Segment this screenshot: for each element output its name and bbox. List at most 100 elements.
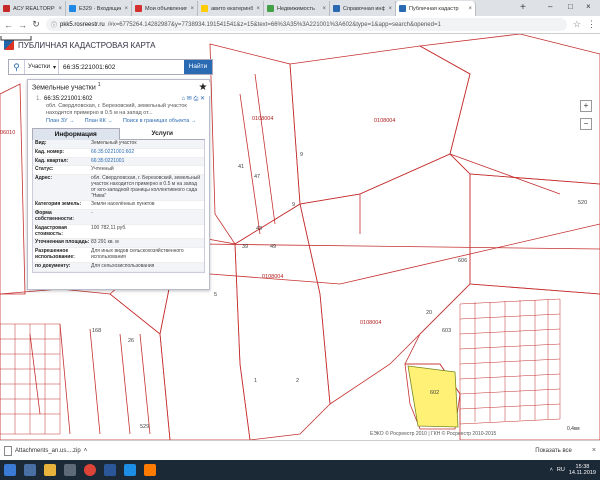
search-icon[interactable]: ⚲ (9, 60, 25, 74)
plan-kk-link[interactable]: План КК → (85, 118, 113, 125)
attribute-row: Уточненная площадь: 83 291 кв. м (33, 239, 204, 249)
close-icon[interactable]: × (256, 6, 260, 12)
skype-icon[interactable] (124, 464, 136, 476)
tab-title: Справочная инф (343, 5, 386, 12)
tray-arrow-icon[interactable]: ˄ (550, 467, 553, 473)
favorite-star-icon[interactable]: ★ (196, 82, 210, 96)
attribute-key: Форма собственности: (35, 210, 74, 222)
attribute-value: 83 291 кв. м (91, 239, 119, 246)
bookmark-star-icon[interactable]: ☆ (573, 19, 581, 30)
attribute-value: Учтенный (91, 166, 114, 173)
menu-icon[interactable]: ⋮ (587, 19, 596, 30)
close-icon[interactable]: × (388, 6, 392, 12)
maximize-icon[interactable]: □ (568, 2, 573, 11)
download-item[interactable]: Attachments_an.us....zip ˄ (4, 445, 88, 456)
map-label: 606 (458, 258, 468, 264)
close-icon[interactable]: × (322, 6, 326, 12)
browser-tab-6[interactable]: Публичная кадастр × (396, 1, 476, 16)
search-type-select[interactable]: Участки ▾ (25, 60, 59, 74)
map-label: 9 (292, 202, 296, 208)
tab-title: авито екатеринбург (211, 5, 254, 12)
browser-tab-0[interactable]: АСУ REALTORPRO× (0, 1, 66, 16)
attribute-row: Вид: Земельный участок (33, 140, 204, 149)
download-filename: Attachments_an.us....zip (15, 447, 81, 454)
url-path: /#x=6775264.14282987&y=7738934.191541541… (107, 21, 441, 28)
info-icon[interactable]: ⓘ (51, 20, 57, 29)
media-icon[interactable] (64, 464, 76, 476)
chevron-up-icon[interactable]: ˄ (84, 448, 88, 454)
close-window-icon[interactable]: × (586, 2, 591, 11)
windows-start-icon[interactable] (4, 464, 16, 476)
new-tab-button[interactable]: + (520, 2, 526, 13)
map-label: 529 (140, 424, 150, 430)
browser-tab-2[interactable]: Мои объявления × (132, 1, 198, 16)
parcel-cadastral-number: 66:35:221001:602 (44, 96, 93, 102)
forward-icon[interactable]: → (18, 20, 27, 30)
attribute-key: Кадастровая стоимость: (35, 224, 67, 237)
tab-services[interactable]: Услуги (119, 128, 205, 140)
map-label: 41 (238, 164, 245, 170)
map-label: 0108004 (262, 274, 284, 280)
map-label: 49 (270, 244, 277, 250)
map-label: 168 (92, 328, 102, 334)
attribute-value-link[interactable]: 66:35:0221001:602 (91, 149, 134, 156)
plan-zu-link[interactable]: План ЗУ → (46, 118, 75, 125)
map-label: 0108004 (374, 118, 396, 124)
tab-info[interactable]: Информация (32, 128, 120, 140)
back-icon[interactable]: ← (4, 20, 13, 30)
search-button[interactable]: Найти (184, 60, 212, 74)
tab-favicon (399, 5, 406, 12)
browser-tab-4[interactable]: Недвижимость × (264, 1, 330, 16)
ie-icon[interactable] (24, 464, 36, 476)
parcel-attributes-table: Вид: Земельный участок Кад. номер: 66:35:0… (32, 140, 205, 273)
search-type-label: Участки (28, 64, 50, 70)
attribute-key: по документу: (35, 262, 71, 269)
search-in-borders-link[interactable]: Поиск в границах объекта → (123, 118, 196, 125)
language-indicator[interactable]: RU (557, 467, 565, 473)
parcel-action-icons[interactable]: ⌂ ✉ ⎙ ✕ (182, 96, 205, 103)
close-icon[interactable]: × (468, 6, 472, 12)
zoom-in-button[interactable]: + (580, 100, 592, 112)
browser-tab-1[interactable]: Е329 · Входящие × (66, 1, 132, 16)
show-all-downloads-link[interactable]: Показать все (535, 448, 572, 454)
attribute-row: Кад. номер: 66:35:0221001:602 (33, 149, 204, 158)
minimize-icon[interactable]: – (548, 2, 552, 11)
attribute-value: 100 782,11 руб. (91, 224, 127, 231)
address-bar: ← → ↻ ⓘ pkk5.rosreestr.ru/#x=6775264.142… (0, 16, 600, 34)
attribute-value: Для сельхозиспользования (91, 262, 155, 269)
close-icon[interactable]: × (190, 6, 194, 12)
attribute-row: Кад. квартал: 66:35:0221001 (33, 157, 204, 167)
reload-icon[interactable]: ↻ (32, 19, 40, 30)
attribute-value: Земельный участок (91, 140, 137, 146)
chevron-down-icon: ▾ (52, 64, 56, 71)
url-field[interactable]: ⓘ pkk5.rosreestr.ru/#x=6775264.14282987&… (46, 18, 567, 31)
map-label: 26 (128, 338, 135, 344)
close-downloads-button[interactable]: × (592, 447, 596, 454)
map-label: 20 (426, 310, 433, 316)
app-icon[interactable] (144, 464, 156, 476)
word-icon[interactable] (104, 464, 116, 476)
attribute-key: Адрес: (35, 175, 52, 182)
attribute-row: Форма собственности: - (33, 210, 204, 225)
attribute-value: - (91, 210, 93, 217)
map-label: 1 (254, 378, 258, 384)
browser-tab-3[interactable]: авито екатеринбург× (198, 1, 264, 16)
close-icon[interactable]: × (58, 6, 62, 12)
browser-tab-5[interactable]: Справочная инф × (330, 1, 396, 16)
explorer-icon[interactable] (44, 464, 56, 476)
tab-title: АСУ REALTORPRO (13, 5, 55, 12)
scale-bar (0, 36, 32, 41)
tab-title: Мои объявления (145, 5, 188, 12)
file-icon (4, 445, 12, 456)
attribute-key: Кад. номер: (35, 148, 65, 155)
chrome-icon[interactable] (84, 464, 96, 476)
attribute-value-link[interactable]: 66:35:0221001 (91, 158, 124, 165)
tab-title: Публичная кадастр (409, 5, 459, 12)
parcel-list-item[interactable]: 1. 66:35:221001:602 ⌂ ✉ ⎙ ✕ обл. Свердло… (28, 94, 209, 125)
clock[interactable]: 15:38 14.11.2019 (569, 464, 596, 476)
parcel-info-card: Земельные участки 1 × 1. 66:35:221001:60… (27, 79, 210, 290)
close-icon[interactable]: × (124, 6, 128, 12)
search-input[interactable] (59, 60, 184, 74)
attribute-key: Кад. квартал: (35, 157, 69, 164)
zoom-out-button[interactable]: − (580, 118, 592, 130)
